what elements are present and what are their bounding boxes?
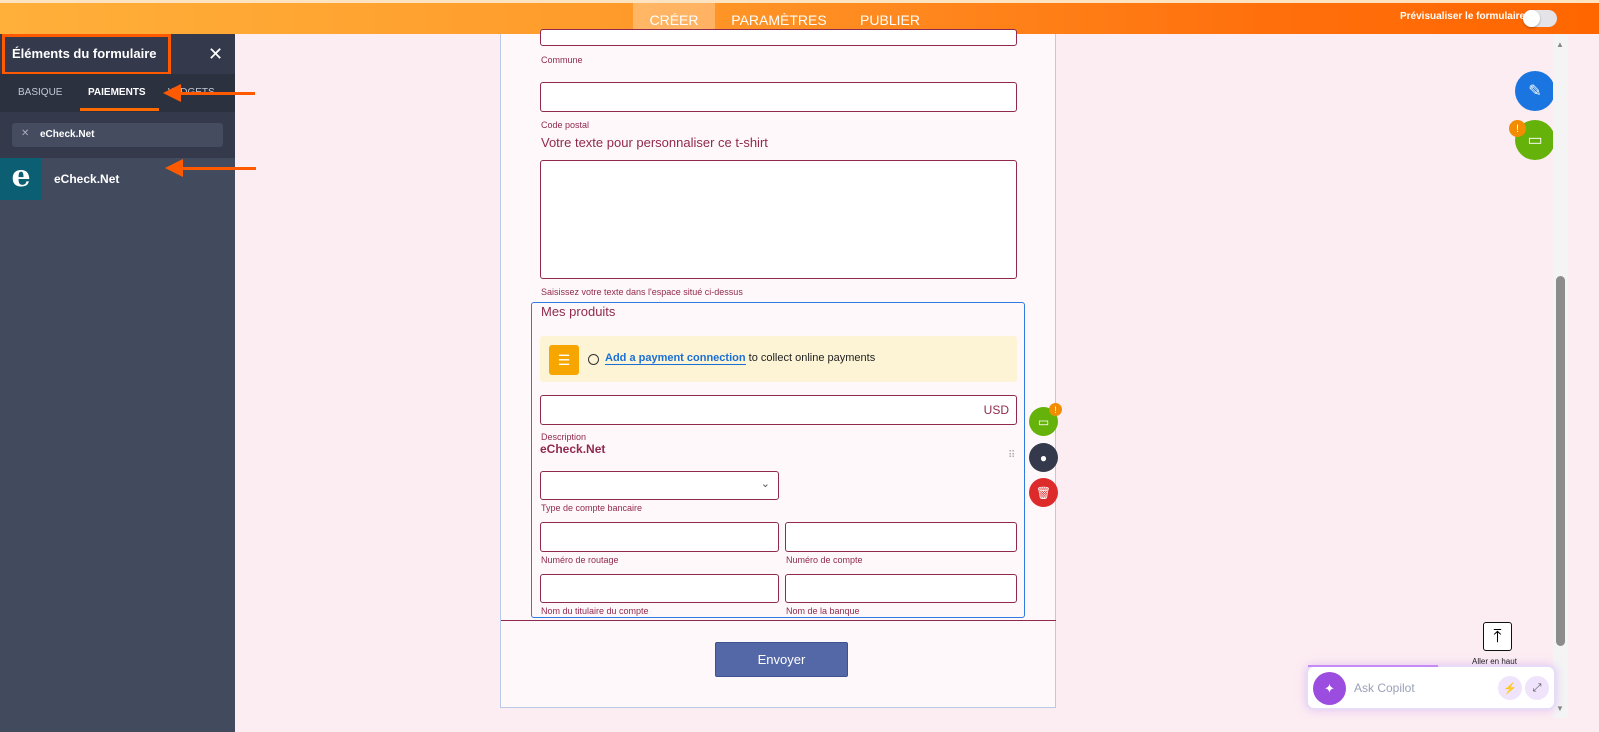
form-elements-panel: Éléments du formulaire ✕ BASIQUE PAIEMEN… <box>0 34 235 732</box>
clear-search-icon[interactable]: ✕ <box>21 128 29 139</box>
warning-badge: ! <box>1049 403 1062 416</box>
warning-badge: ! <box>1509 120 1526 137</box>
panel-title: Éléments du formulaire <box>12 46 157 61</box>
account-number-field[interactable] <box>785 522 1017 552</box>
tab-basique[interactable]: BASIQUE <box>18 87 62 98</box>
copilot-bar[interactable]: ✦ Ask Copilot ⚡ ⤢ <box>1306 665 1556 710</box>
tab-paiements[interactable]: PAIEMENTS <box>88 87 146 98</box>
amount-field[interactable]: USD <box>540 395 1017 425</box>
lightning-icon[interactable]: ⚡ <box>1498 676 1522 700</box>
address-field[interactable] <box>540 29 1017 46</box>
gateway-name: eCheck.Net <box>540 442 606 456</box>
scroll-up-icon[interactable]: ▲ <box>1556 40 1564 49</box>
preview-label: Prévisualiser le formulaire <box>1400 11 1526 22</box>
account-holder-field[interactable] <box>540 574 779 603</box>
annotation-arrow <box>178 92 255 95</box>
drag-handle-icon[interactable]: ⠿ <box>1008 451 1015 461</box>
notice-text: to collect online payments <box>745 352 876 364</box>
echeck-logo-icon: e <box>0 158 42 200</box>
chevron-down-icon: ⌄ <box>760 478 770 490</box>
arrowhead-icon <box>163 84 181 102</box>
add-payment-link[interactable]: Add a payment connection <box>605 352 746 365</box>
arrowhead-icon <box>165 159 183 177</box>
account-holder-label: Nom du titulaire du compte <box>541 606 649 616</box>
annotation-arrow <box>180 167 256 170</box>
copilot-input[interactable]: Ask Copilot <box>1354 681 1415 695</box>
divider <box>501 620 1056 621</box>
custom-text-hint: Saisissez votre texte dans l'espace situ… <box>541 287 743 297</box>
panel-header: Éléments du formulaire ✕ <box>0 34 235 75</box>
bank-name-field[interactable] <box>785 574 1017 603</box>
radio-icon <box>588 354 599 365</box>
delete-button[interactable]: 🗑 <box>1029 478 1058 507</box>
list-item-echeck[interactable]: e eCheck.Net <box>0 158 235 200</box>
routing-number-field[interactable] <box>540 522 779 552</box>
go-top-icon[interactable]: ⤒ <box>1483 622 1512 651</box>
scrollbar-thumb[interactable] <box>1556 276 1565 646</box>
active-tab-underline <box>80 108 159 111</box>
sparkle-icon: ✦ <box>1313 672 1346 705</box>
currency-label: USD <box>983 403 1009 417</box>
form-canvas: Commune Code postal Votre texte pour per… <box>500 29 1056 708</box>
scrollbar[interactable]: ▲ ▼ <box>1553 34 1568 718</box>
search-value: eCheck.Net <box>40 129 95 140</box>
paint-roller-button[interactable]: ✎ <box>1515 71 1555 111</box>
checklist-icon: ☰ <box>549 345 579 375</box>
copilot-progress <box>1308 665 1438 667</box>
description-label: Description <box>541 432 587 442</box>
account-type-select[interactable]: ⌄ <box>540 471 779 500</box>
postal-code-label: Code postal <box>541 120 590 130</box>
submit-button[interactable]: Envoyer <box>715 642 848 677</box>
bank-name-label: Nom de la banque <box>786 606 860 616</box>
products-title: Mes produits <box>541 304 616 319</box>
payment-notice: ☰ Add a payment connection to collect on… <box>540 336 1017 382</box>
preview-toggle[interactable] <box>1523 10 1557 27</box>
routing-number-label: Numéro de routage <box>541 555 619 565</box>
search-input[interactable]: ✕ eCheck.Net <box>12 123 223 147</box>
coins-icon-button[interactable]: ● <box>1029 443 1058 472</box>
custom-text-area[interactable] <box>540 160 1017 279</box>
close-icon[interactable]: ✕ <box>208 44 223 65</box>
expand-icon[interactable]: ⤢ <box>1525 676 1549 700</box>
account-type-label: Type de compte bancaire <box>541 503 643 513</box>
search-area: ✕ eCheck.Net <box>0 112 235 158</box>
scroll-down-icon[interactable]: ▼ <box>1556 704 1564 713</box>
postal-code-field[interactable] <box>540 82 1017 112</box>
account-number-label: Numéro de compte <box>786 555 863 565</box>
commune-label: Commune <box>541 55 583 65</box>
list-item-label: eCheck.Net <box>54 172 120 186</box>
custom-text-label: Votre texte pour personnaliser ce t-shir… <box>541 135 768 150</box>
products-block[interactable]: Mes produits ☰ Add a payment connection … <box>531 302 1025 618</box>
